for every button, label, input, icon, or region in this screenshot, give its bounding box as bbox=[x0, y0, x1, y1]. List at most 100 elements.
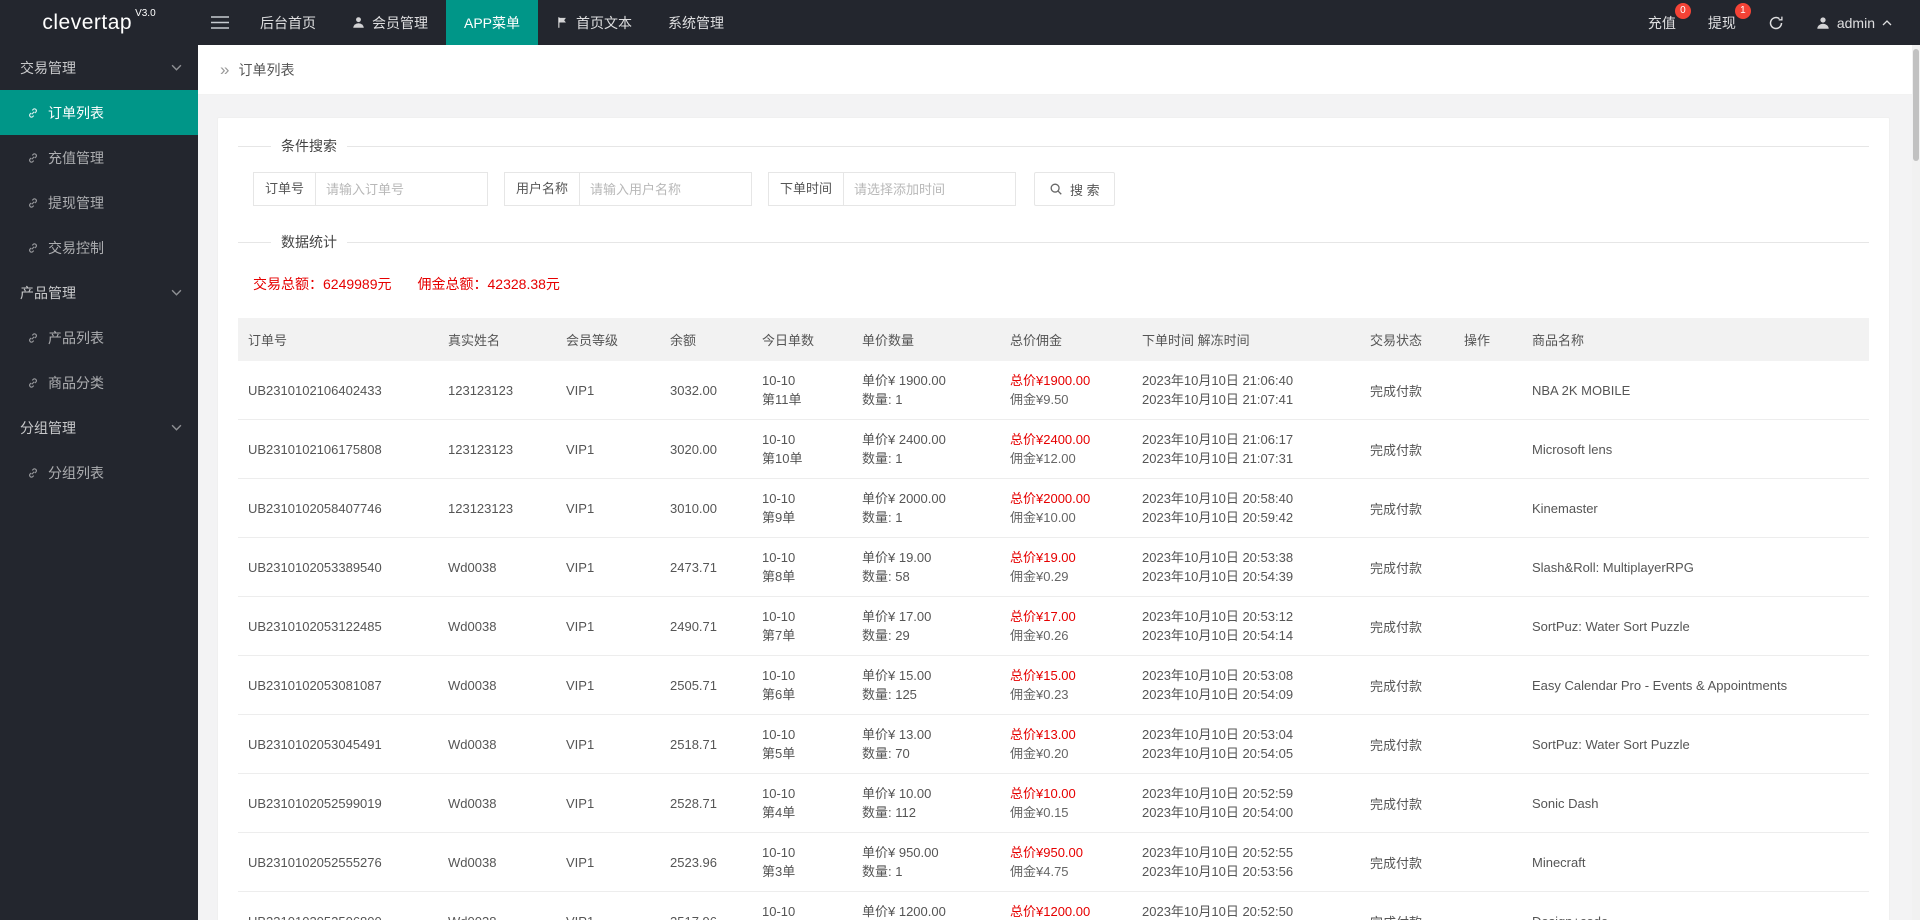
stats-fieldset: 数据统计 交易总额：6249989元 佣金总额：42328.38元 bbox=[238, 232, 1869, 310]
quantity: 数量: 29 bbox=[862, 628, 910, 643]
quantity: 数量: 1 bbox=[862, 451, 903, 466]
total-commission-amount: 佣金总额：42328.38元 bbox=[417, 276, 560, 292]
refresh-button[interactable] bbox=[1752, 0, 1800, 45]
scrollbar-thumb[interactable] bbox=[1913, 49, 1919, 161]
total-price: 总价¥19.00 bbox=[1010, 550, 1076, 565]
withdraw-badge: 1 bbox=[1734, 3, 1751, 19]
sidebar-item-order-list[interactable]: 订单列表 bbox=[0, 90, 198, 135]
refresh-icon bbox=[1769, 16, 1783, 29]
col-total-commission: 总价佣金 bbox=[1000, 318, 1132, 361]
total-price: 总价¥1200.00 bbox=[1010, 904, 1091, 919]
commission: 佣金¥0.23 bbox=[1010, 687, 1069, 702]
status-text: 完成付款 bbox=[1370, 737, 1423, 753]
group-label: 交易管理 bbox=[20, 59, 76, 76]
username-input[interactable] bbox=[580, 172, 753, 206]
nav-item-dashboard[interactable]: 后台首页 bbox=[242, 0, 334, 45]
total-transaction-amount: 交易总额：6249989元 bbox=[253, 276, 392, 292]
link-icon bbox=[27, 242, 39, 254]
balance: 2518.71 bbox=[670, 736, 717, 752]
username: admin bbox=[1836, 14, 1875, 31]
recharge-badge: 0 bbox=[1674, 3, 1691, 19]
day-order-number: 第10单 bbox=[762, 451, 803, 466]
order-time: 2023年10月10日 20:58:40 bbox=[1142, 491, 1294, 506]
commission: 佣金¥0.29 bbox=[1010, 569, 1069, 584]
col-unit-price-qty: 单价数量 bbox=[852, 318, 1000, 361]
commission: 佣金¥9.50 bbox=[1010, 392, 1069, 407]
commission: 佣金¥12.00 bbox=[1010, 451, 1076, 466]
real-name: Wd0038 bbox=[448, 795, 497, 811]
sidebar-group-product[interactable]: 产品管理 bbox=[0, 270, 198, 315]
sidebar-item-withdraw-management[interactable]: 提现管理 bbox=[0, 180, 198, 225]
real-name: 123123123 bbox=[448, 382, 514, 398]
status-text: 完成付款 bbox=[1370, 915, 1422, 920]
sidebar-item-product-list[interactable]: 产品列表 bbox=[0, 315, 198, 360]
total-price: 总价¥2400.00 bbox=[1010, 432, 1091, 447]
order-no-input[interactable] bbox=[316, 172, 489, 206]
actions-cell bbox=[1454, 773, 1522, 833]
day-order-number: 第8单 bbox=[762, 569, 796, 584]
link-icon bbox=[27, 377, 39, 389]
status-text: 完成付款 bbox=[1370, 796, 1423, 812]
unit-price: 单价¥ 17.00 bbox=[862, 609, 932, 624]
product-name: Design+code bbox=[1532, 914, 1608, 920]
order-time: 2023年10月10日 20:53:12 bbox=[1142, 609, 1294, 624]
order-no: UB2310102052599019 bbox=[248, 795, 382, 811]
unit-price: 单价¥ 13.00 bbox=[862, 727, 932, 742]
search-button[interactable]: 搜 索 bbox=[1034, 172, 1115, 206]
unit-price: 单价¥ 1200.00 bbox=[862, 904, 946, 919]
sidebar-item-recharge-management[interactable]: 充值管理 bbox=[0, 135, 198, 180]
recharge-button[interactable]: 充值 0 bbox=[1632, 0, 1692, 45]
withdraw-button[interactable]: 提现 1 bbox=[1692, 0, 1752, 45]
total-price: 总价¥950.00 bbox=[1010, 845, 1083, 860]
vip-level: VIP1 bbox=[566, 736, 595, 752]
commission: 佣金¥0.26 bbox=[1010, 628, 1069, 643]
user-menu[interactable]: admin bbox=[1800, 0, 1908, 45]
nav-item-home-text[interactable]: 首页文本 bbox=[538, 0, 650, 45]
brand-logo[interactable]: clevertap V3.0 bbox=[0, 0, 198, 45]
sidebar-toggle-button[interactable] bbox=[198, 0, 242, 45]
order-time-input[interactable] bbox=[844, 172, 1017, 206]
sidebar-item-product-category[interactable]: 商品分类 bbox=[0, 360, 198, 405]
order-time-group: 下单时间 bbox=[768, 172, 1017, 206]
nav-item-member-management[interactable]: 会员管理 bbox=[334, 0, 446, 45]
order-date: 10-10 bbox=[762, 668, 796, 683]
order-table-body: UB2310102106402433 123123123 VIP1 3032.0… bbox=[238, 361, 1869, 920]
actions-cell bbox=[1454, 537, 1522, 597]
unfreeze-time: 2023年10月10日 20:54:14 bbox=[1142, 628, 1294, 643]
unit-price: 单价¥ 1900.00 bbox=[862, 373, 946, 388]
link-icon bbox=[27, 152, 39, 164]
real-name: Wd0038 bbox=[448, 677, 497, 693]
top-navbar: clevertap V3.0 后台首页 会员管理 APP菜单 首页文本 系统管理 bbox=[0, 0, 1920, 45]
product-name: SortPuz: Water Sort Puzzle bbox=[1532, 618, 1690, 634]
unfreeze-time: 2023年10月10日 20:54:39 bbox=[1142, 569, 1294, 584]
sidebar-item-group-list[interactable]: 分组列表 bbox=[0, 450, 198, 495]
unfreeze-time: 2023年10月10日 20:59:42 bbox=[1142, 510, 1294, 525]
table-row: UB2310102052599019 Wd0038 VIP1 2528.71 1… bbox=[238, 773, 1869, 833]
sidebar-group-transaction[interactable]: 交易管理 bbox=[0, 45, 198, 90]
sidebar-item-transaction-control[interactable]: 交易控制 bbox=[0, 225, 198, 270]
balance: 3032.00 bbox=[670, 382, 717, 398]
order-date: 10-10 bbox=[762, 786, 796, 801]
table-row: UB2310102053045491 Wd0038 VIP1 2518.71 1… bbox=[238, 714, 1869, 774]
search-fieldset: 条件搜索 订单号 用户名称 下单时间 搜 索 bbox=[238, 136, 1869, 220]
nav-item-app-menu[interactable]: APP菜单 bbox=[446, 0, 539, 45]
breadcrumb-current: 订单列表 bbox=[238, 61, 295, 78]
balance: 2523.96 bbox=[670, 854, 717, 870]
unfreeze-time: 2023年10月10日 21:07:31 bbox=[1142, 451, 1294, 466]
day-order-number: 第3单 bbox=[762, 864, 796, 879]
person-icon bbox=[352, 16, 365, 29]
sidebar-group-grouping[interactable]: 分组管理 bbox=[0, 405, 198, 450]
vip-level: VIP1 bbox=[566, 618, 595, 634]
order-date: 10-10 bbox=[762, 904, 796, 919]
product-name: Easy Calendar Pro - Events & Appointment… bbox=[1532, 677, 1788, 693]
nav-item-system-management[interactable]: 系统管理 bbox=[650, 0, 742, 45]
day-order-number: 第9单 bbox=[762, 510, 796, 525]
breadcrumb: » 订单列表 bbox=[198, 45, 1912, 95]
chevron-down-icon bbox=[171, 424, 182, 431]
status-text: 完成付款 bbox=[1370, 383, 1423, 399]
balance: 2505.71 bbox=[670, 677, 717, 693]
unit-price: 单价¥ 15.00 bbox=[862, 668, 932, 683]
unit-price: 单价¥ 2000.00 bbox=[862, 491, 946, 506]
status-text: 完成付款 bbox=[1370, 442, 1423, 458]
chevron-up-icon bbox=[1882, 19, 1892, 25]
